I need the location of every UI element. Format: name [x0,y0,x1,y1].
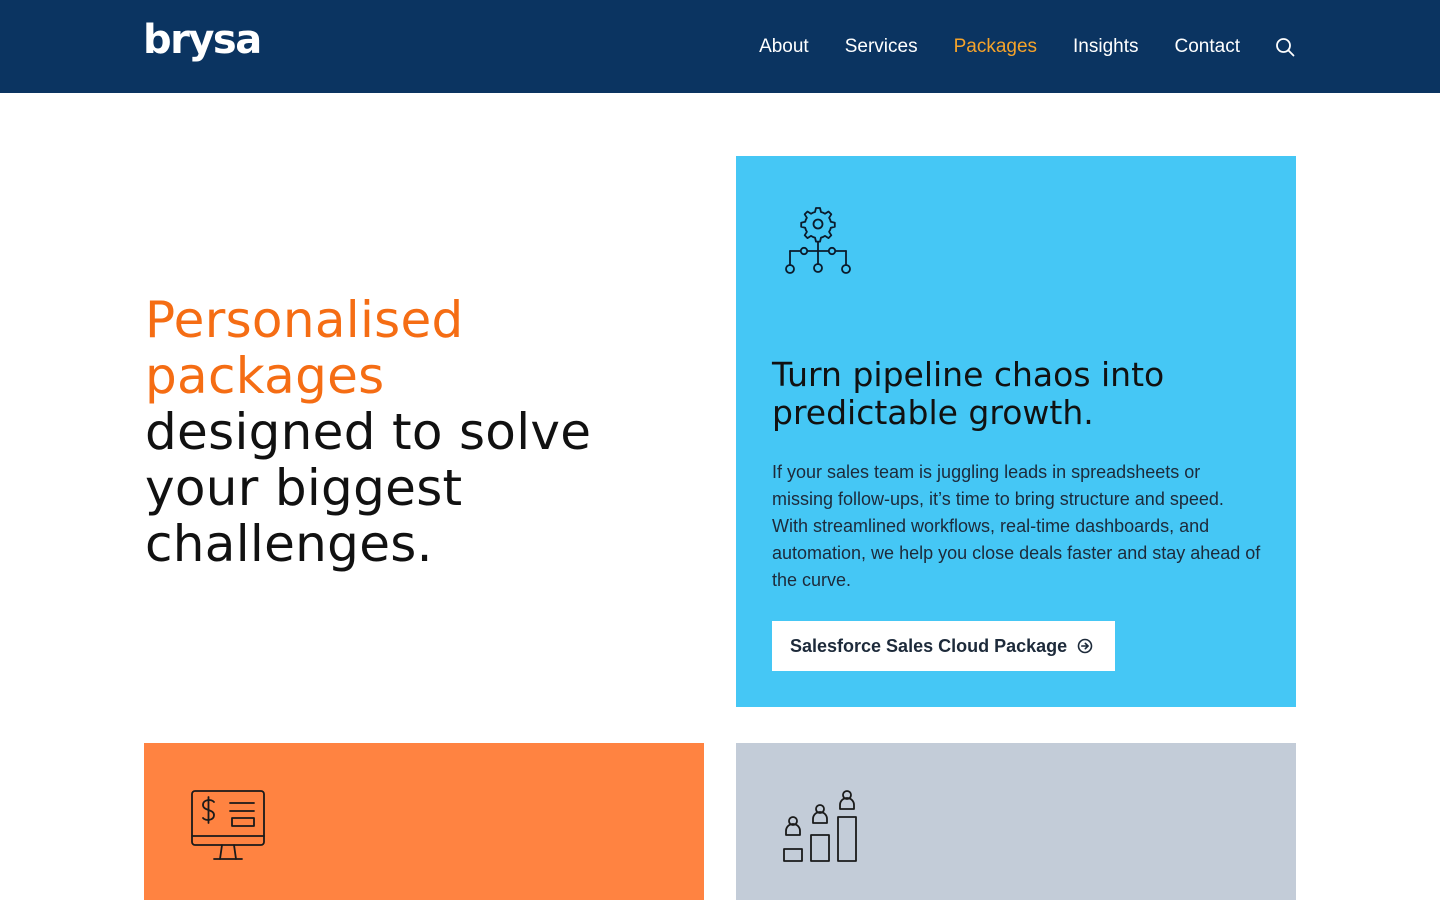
hero-heading-rest: designed to solve your biggest challenge… [145,403,592,573]
nav-link-services[interactable]: Services [845,35,918,59]
cta-label: Salesforce Sales Cloud Package [790,635,1068,656]
people-growth-chart-icon [782,787,858,863]
finance-monitor-icon [190,787,266,863]
card-description: If your sales team is juggling leads in … [772,462,1261,590]
package-card-sales-cloud: Turn pipeline chaos into predictable gro… [736,156,1296,707]
package-card-growth [736,743,1296,900]
search-icon[interactable] [1274,36,1296,58]
nav-link-contact[interactable]: Contact [1175,35,1240,59]
nav-link-about[interactable]: About [759,35,809,59]
process-gear-icon [782,204,858,280]
package-card-finance [144,743,704,900]
nav-link-packages[interactable]: Packages [954,35,1037,59]
card-title: Turn pipeline chaos into predictable gro… [772,355,1165,432]
arrow-circle-right-icon [1077,638,1093,654]
sales-cloud-package-button[interactable]: Salesforce Sales Cloud Package [772,621,1116,671]
hero-heading: Personalised packages designed to solve … [145,292,665,572]
brand-logo[interactable]: brysa [143,14,262,66]
nav-link-insights[interactable]: Insights [1073,35,1138,59]
site-header: brysa About Services Packages Insights C… [0,0,1440,93]
hero-heading-accent: Personalised packages [145,291,464,405]
main-nav: About Services Packages Insights Contact [723,0,1296,93]
